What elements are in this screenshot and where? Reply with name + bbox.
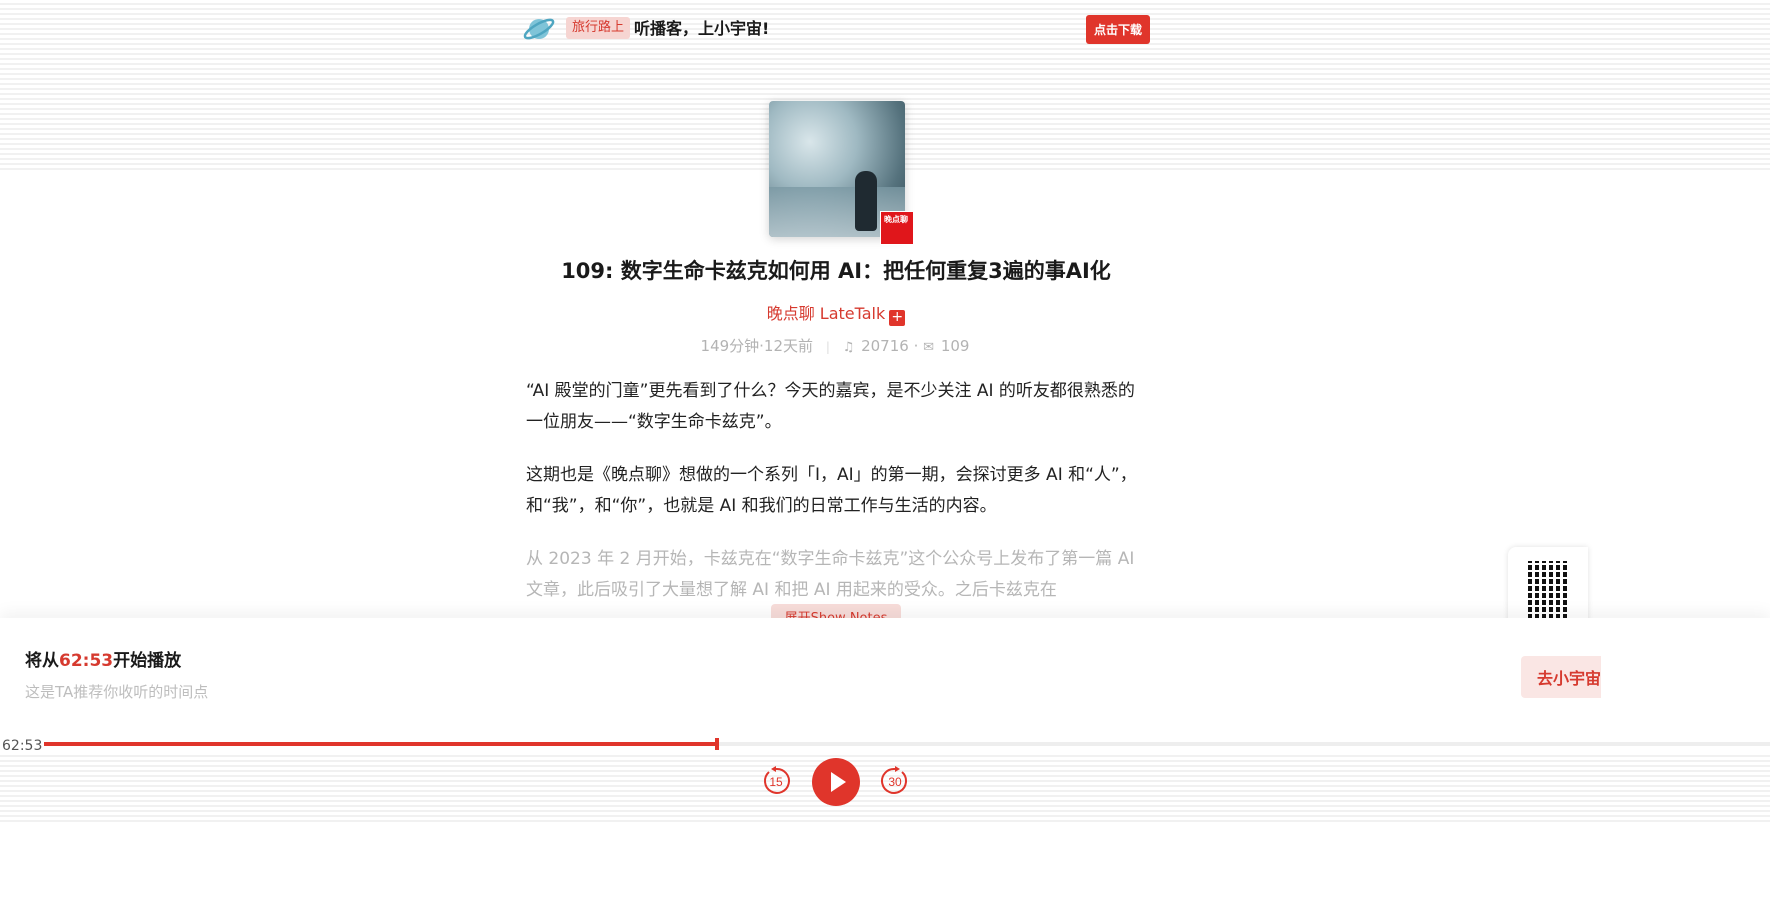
show-notes-paragraph: 这期也是《晚点聊》想做的一个系列「I，AI」的第一期，会探讨更多 AI 和“人”… xyxy=(526,465,1137,516)
rewind-seconds: 15 xyxy=(769,775,783,789)
meta-dot: · xyxy=(913,337,924,355)
app-slogan: 听播客，上小宇宙! xyxy=(634,19,770,38)
show-notes-paragraph: 从 2023 年 2 月开始，卡兹克在“数字生命卡兹克”这个公众号上发布了第一篇… xyxy=(526,549,1135,600)
play-count: 20716 xyxy=(861,337,909,355)
resume-heading: 将从62:53开始播放 xyxy=(25,650,181,672)
episode-meta: 149分钟·12天前 | ♫ 20716 · ✉ 109 xyxy=(0,336,1670,358)
subscribe-plus-icon[interactable]: + xyxy=(889,310,906,326)
current-time: 62:53 xyxy=(2,738,43,754)
play-button[interactable] xyxy=(812,758,860,806)
context-tag: 旅行路上 xyxy=(566,17,631,39)
resume-time: 62:53 xyxy=(59,651,114,671)
top-bar: 旅行路上 听播客，上小宇宙! 点击下载 xyxy=(522,12,1152,48)
resume-subtitle: 这是TA推荐你收听的时间点 xyxy=(25,683,209,701)
qr-code-widget[interactable] xyxy=(1508,547,1588,627)
show-notes-paragraph: “AI 殿堂的门童”更先看到了什么？今天的嘉宾，是不少关注 AI 的听友都很熟悉… xyxy=(526,381,1135,432)
comment-count[interactable]: 109 xyxy=(941,337,970,355)
progress-handle[interactable] xyxy=(715,738,720,750)
progress-bar[interactable] xyxy=(44,738,1770,750)
cover-art-figure xyxy=(855,171,877,231)
headphones-icon: ♫ xyxy=(842,340,855,355)
resume-prefix: 将从 xyxy=(25,651,59,671)
podcast-badge: 晚点聊 xyxy=(880,211,914,245)
show-notes: “AI 殿堂的门童”更先看到了什么？今天的嘉宾，是不少关注 AI 的听友都很熟悉… xyxy=(526,376,1146,628)
episode-title: 109: 数字生命卡兹克如何用 AI：把任何重复3遍的事AI化 xyxy=(561,259,1111,283)
duration-age: 149分钟·12天前 xyxy=(700,337,814,355)
open-app-button[interactable]: 去小宇宙 xyxy=(1521,656,1601,698)
resume-suffix: 开始播放 xyxy=(113,651,182,671)
planet-logo-icon[interactable] xyxy=(522,14,556,44)
download-button[interactable]: 点击下载 xyxy=(1086,15,1150,44)
play-icon xyxy=(831,772,846,792)
podcast-name-link[interactable]: 晚点聊 LateTalk xyxy=(767,304,886,323)
rewind-15-icon[interactable]: 15 xyxy=(760,765,792,797)
podcast-row: 晚点聊 LateTalk + xyxy=(0,303,1672,326)
meta-divider: | xyxy=(825,340,830,354)
forward-seconds: 30 xyxy=(888,775,902,789)
qr-code-icon xyxy=(1528,561,1568,619)
forward-30-icon[interactable]: 30 xyxy=(879,765,911,797)
progress-fill xyxy=(44,742,718,746)
comment-icon: ✉ xyxy=(923,340,935,355)
